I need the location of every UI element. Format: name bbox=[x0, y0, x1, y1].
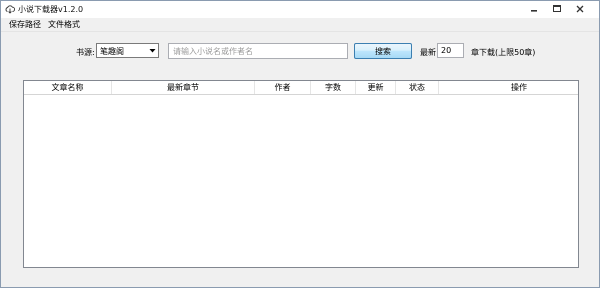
menu-bar: 保存路径 文件格式 bbox=[1, 18, 599, 32]
maximize-icon bbox=[553, 5, 561, 12]
column-header-updated[interactable]: 更新 bbox=[356, 81, 396, 94]
app-window: 小说下载器v1.2.0 保存路径 文件格式 书源: 笔趣阁 搜索 最新 章下载(… bbox=[0, 0, 600, 288]
column-header-status[interactable]: 状态 bbox=[396, 81, 439, 94]
column-header-action[interactable]: 操作 bbox=[439, 81, 599, 94]
maximize-button[interactable] bbox=[545, 1, 569, 17]
source-select[interactable]: 笔趣阁 bbox=[96, 43, 159, 58]
chapter-limit-label: 章下载(上限50章) bbox=[471, 48, 536, 57]
search-button[interactable]: 搜索 bbox=[354, 43, 412, 59]
column-header-author[interactable]: 作者 bbox=[255, 81, 311, 94]
menu-file-format[interactable]: 文件格式 bbox=[48, 19, 80, 30]
source-select-value: 笔趣阁 bbox=[100, 47, 124, 56]
window-title: 小说下载器v1.2.0 bbox=[18, 5, 84, 14]
close-button[interactable] bbox=[568, 1, 592, 17]
latest-label: 最新 bbox=[420, 48, 436, 57]
column-header-title[interactable]: 文章名称 bbox=[24, 81, 112, 94]
column-header-latest-chapter[interactable]: 最新章节 bbox=[112, 81, 255, 94]
source-label: 书源: bbox=[76, 48, 95, 57]
menu-save-path[interactable]: 保存路径 bbox=[9, 19, 41, 30]
minimize-icon bbox=[531, 10, 537, 12]
minimize-button[interactable] bbox=[522, 1, 546, 17]
dropdown-arrow-icon bbox=[149, 49, 156, 53]
chapter-count-input[interactable] bbox=[437, 43, 464, 58]
table-header: 文章名称 最新章节 作者 字数 更新 状态 操作 bbox=[24, 81, 578, 95]
title-bar[interactable]: 小说下载器v1.2.0 bbox=[1, 1, 599, 18]
search-input[interactable] bbox=[168, 43, 348, 59]
results-table[interactable]: 文章名称 最新章节 作者 字数 更新 状态 操作 bbox=[23, 80, 579, 268]
close-icon bbox=[576, 5, 584, 13]
cloud-download-icon bbox=[5, 5, 15, 14]
column-header-word-count[interactable]: 字数 bbox=[311, 81, 356, 94]
